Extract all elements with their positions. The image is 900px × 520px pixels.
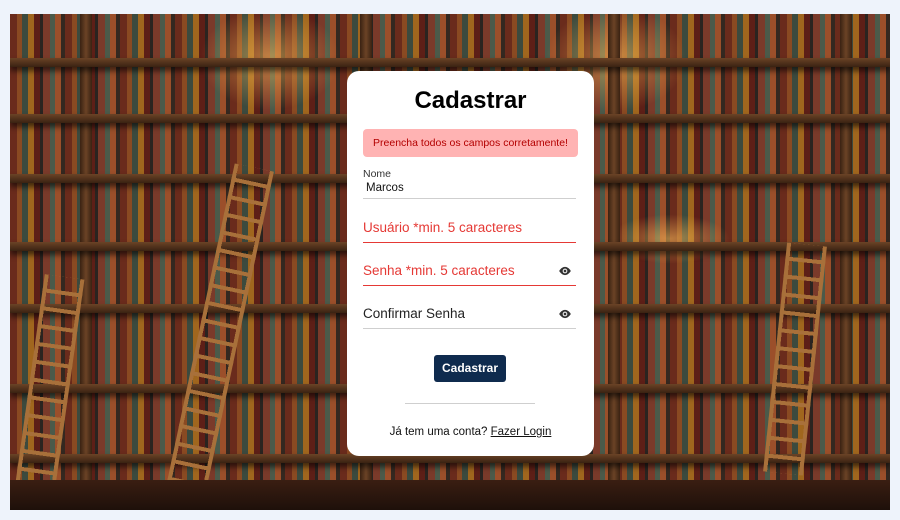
login-link[interactable]: Fazer Login: [491, 426, 552, 438]
password-underline: [363, 285, 576, 286]
ladder: [166, 163, 274, 495]
username-field[interactable]: Usuário *min. 5 caracteres: [363, 218, 576, 243]
confirm-password-input[interactable]: Confirmar Senha: [363, 304, 576, 324]
bookcase-post: [840, 14, 852, 510]
signup-card: Cadastrar Preencha todos os campos corre…: [347, 71, 594, 456]
bookshelf: [10, 58, 890, 67]
login-prompt: Já tem uma conta? Fazer Login: [347, 426, 594, 438]
error-alert: Preencha todos os campos corretamente!: [363, 129, 578, 157]
bookcase-post: [608, 14, 620, 510]
name-value[interactable]: Marcos: [363, 182, 576, 194]
bookcase-post: [80, 14, 92, 510]
form-title: Cadastrar: [414, 87, 527, 114]
floor: [10, 480, 890, 510]
eye-icon[interactable]: [558, 264, 572, 278]
confirm-password-underline: [363, 328, 576, 329]
eye-icon[interactable]: [558, 307, 572, 321]
divider: [405, 403, 535, 404]
username-input[interactable]: Usuário *min. 5 caracteres: [363, 218, 576, 238]
password-field[interactable]: Senha *min. 5 caracteres: [363, 261, 576, 286]
ladder: [763, 242, 827, 476]
name-label: Nome: [363, 168, 392, 180]
password-input[interactable]: Senha *min. 5 caracteres: [363, 261, 576, 281]
name-underline: [363, 198, 576, 199]
confirm-password-field[interactable]: Confirmar Senha: [363, 304, 576, 329]
login-prompt-text: Já tem uma conta?: [389, 426, 488, 438]
username-underline: [363, 242, 576, 243]
name-field[interactable]: Nome Marcos: [363, 168, 576, 199]
submit-button[interactable]: Cadastrar: [434, 355, 506, 382]
